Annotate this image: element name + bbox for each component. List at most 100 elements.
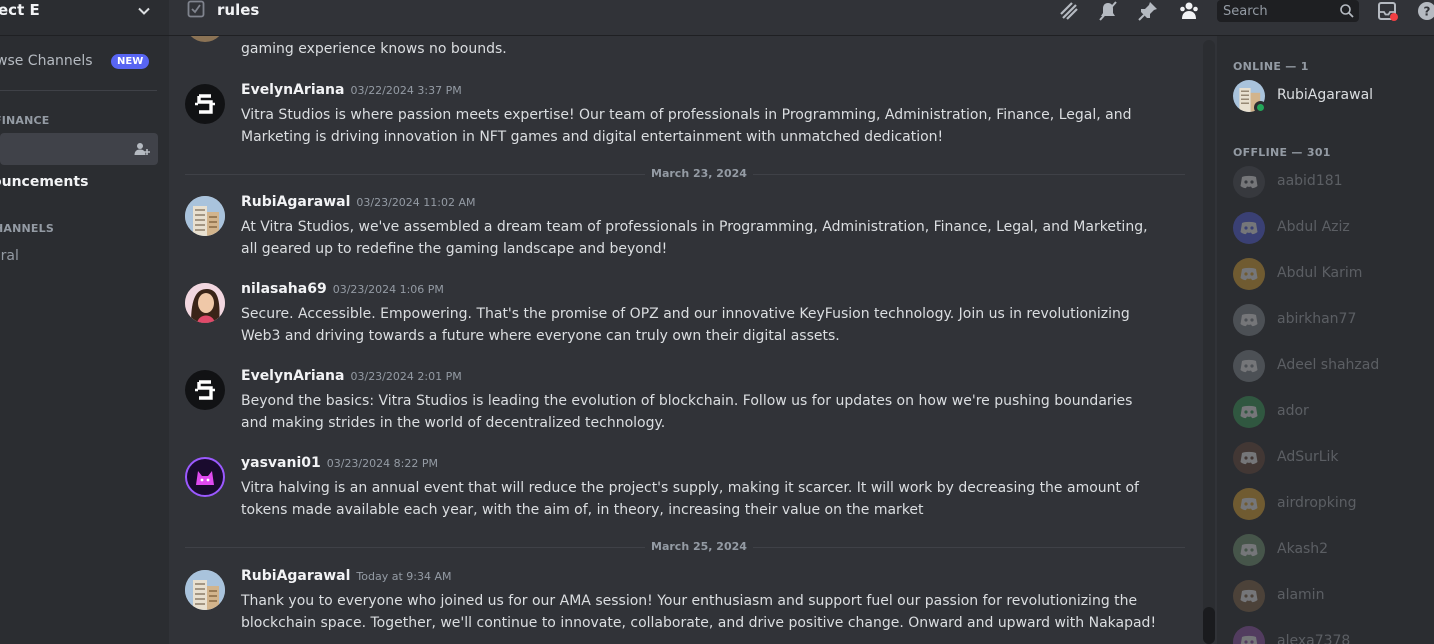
message-list: gaming experience knows no bounds. Evely…	[169, 36, 1201, 644]
discord-logo-icon	[1240, 543, 1258, 557]
message-text: Vitra Studios is where passion meets exp…	[241, 107, 1132, 145]
discord-logo-icon	[1240, 313, 1258, 327]
member-name: Abdul Aziz	[1277, 219, 1350, 235]
member-item[interactable]: AdSurLik	[1233, 442, 1433, 478]
avatar[interactable]	[185, 36, 225, 42]
member-item[interactable]: Abdul Karim	[1233, 258, 1433, 294]
message-text: Thank you to everyone who joined us for …	[241, 593, 1157, 631]
message-text-partial: gaming experience knows no bounds.	[241, 41, 507, 57]
discord-logo-icon	[1240, 175, 1258, 189]
inbox-icon[interactable]	[1377, 0, 1399, 22]
discord-logo-icon	[1240, 635, 1258, 644]
discord-logo-icon	[1240, 451, 1258, 465]
search-box[interactable]	[1217, 0, 1359, 22]
message-author[interactable]: EvelynAriana 03/22/2024 3:37 PM	[241, 82, 462, 98]
sidebar-item-general[interactable]: eral	[0, 248, 19, 264]
building-avatar-icon	[185, 196, 225, 236]
online-header: ONLINE — 1	[1233, 60, 1309, 73]
member-item[interactable]: ador	[1233, 396, 1433, 432]
search-input[interactable]	[1217, 0, 1335, 22]
member-item[interactable]: Abdul Aziz	[1233, 212, 1433, 248]
member-name: airdropking	[1277, 495, 1357, 511]
member-name: Abdul Karim	[1277, 265, 1363, 281]
member-item[interactable]: abirkhan77	[1233, 304, 1433, 340]
member-item[interactable]: RubiAgarawal	[1233, 80, 1433, 116]
member-item[interactable]: Adeel shahzad	[1233, 350, 1433, 386]
server-name: ect E	[0, 1, 40, 19]
message-author[interactable]: RubiAgarawal Today at 9:34 AM	[241, 568, 451, 584]
message-timestamp: 03/23/2024 11:02 AM	[356, 196, 476, 209]
date-divider: March 23, 2024	[185, 167, 1185, 180]
avatar[interactable]	[185, 196, 225, 236]
avatar[interactable]	[185, 570, 225, 610]
message-author[interactable]: nilasaha69 03/23/2024 1:06 PM	[241, 281, 444, 297]
new-badge: NEW	[111, 54, 150, 69]
message-text: Vitra halving is an annual event that wi…	[241, 480, 1139, 518]
avatar	[1233, 488, 1265, 520]
member-name: RubiAgarawal	[1277, 87, 1374, 103]
avatar[interactable]	[185, 283, 225, 323]
offline-header: OFFLINE — 301	[1233, 146, 1331, 159]
channel-title: rules	[217, 1, 260, 19]
member-item[interactable]: airdropking	[1233, 488, 1433, 524]
discord-logo-icon	[1240, 221, 1258, 235]
date-divider-label: March 23, 2024	[645, 167, 753, 180]
message-timestamp: 03/23/2024 1:06 PM	[332, 283, 444, 296]
avatar	[1233, 258, 1265, 290]
message-text: Secure. Accessible. Empowering. That's t…	[241, 306, 1130, 344]
member-item[interactable]: alexa7378	[1233, 626, 1433, 644]
members-icon[interactable]	[1178, 0, 1200, 22]
avatar[interactable]	[185, 84, 225, 124]
avatar	[1233, 396, 1265, 428]
message-text: At Vitra Studios, we've assembled a drea…	[241, 219, 1148, 257]
member-name: abirkhan77	[1277, 311, 1357, 327]
browse-channels[interactable]: wse Channels	[0, 53, 93, 69]
search-icon	[1340, 4, 1354, 18]
member-list: ONLINE — 1 RubiAgarawal OFFLINE — 301 aa…	[1217, 36, 1434, 644]
member-item[interactable]: Akash2	[1233, 534, 1433, 570]
avatar	[1233, 212, 1265, 244]
discord-logo-icon	[1240, 497, 1258, 511]
help-icon[interactable]: ?	[1416, 0, 1434, 22]
message-author[interactable]: EvelynAriana 03/23/2024 2:01 PM	[241, 368, 462, 384]
discord-logo-icon	[1240, 589, 1258, 603]
member-name: AdSurLik	[1277, 449, 1339, 465]
message-author[interactable]: RubiAgarawal 03/23/2024 11:02 AM	[241, 194, 476, 210]
add-member-icon[interactable]	[133, 140, 151, 158]
sidebar-item-announcements[interactable]: ouncements	[0, 174, 88, 190]
mute-icon[interactable]	[1097, 0, 1119, 22]
member-name: alexa7378	[1277, 633, 1351, 644]
person-avatar-icon	[185, 283, 225, 323]
category-finance[interactable]: FINANCE	[0, 114, 50, 127]
online-status-icon	[1254, 101, 1267, 114]
pin-icon[interactable]	[1137, 0, 1159, 22]
server-header[interactable]: ect E	[0, 0, 169, 36]
discord-logo-icon	[1240, 267, 1258, 281]
message-timestamp: 03/23/2024 8:22 PM	[326, 457, 438, 470]
avatar[interactable]	[185, 457, 225, 497]
message-scrollbar-thumb[interactable]	[1203, 607, 1215, 644]
category-channels[interactable]: HANNELS	[0, 222, 54, 235]
member-name: Adeel shahzad	[1277, 357, 1380, 373]
message-text: Beyond the basics: Vitra Studios is lead…	[241, 393, 1133, 431]
message-timestamp: Today at 9:34 AM	[356, 570, 452, 583]
message-timestamp: 03/22/2024 3:37 PM	[350, 84, 462, 97]
date-divider-label: March 25, 2024	[645, 540, 753, 553]
threads-icon[interactable]	[1058, 0, 1080, 22]
message-scrollbar[interactable]	[1203, 40, 1215, 644]
building-avatar-icon	[185, 570, 225, 610]
evelyn-avatar-icon	[195, 380, 215, 400]
sidebar-divider	[0, 90, 157, 91]
avatar[interactable]	[185, 370, 225, 410]
avatar	[1233, 534, 1265, 566]
message-author[interactable]: yasvani01 03/23/2024 8:22 PM	[241, 455, 438, 471]
chevron-down-icon	[138, 7, 150, 15]
evelyn-avatar-icon	[195, 94, 215, 114]
member-item[interactable]: alamin	[1233, 580, 1433, 616]
avatar	[1233, 166, 1265, 198]
discord-logo-icon	[1240, 359, 1258, 373]
svg-text:?: ?	[1424, 5, 1431, 19]
member-item[interactable]: aabid181	[1233, 166, 1433, 202]
member-name: ador	[1277, 403, 1309, 419]
channel-sidebar: ect E wse Channels NEW FINANCE s ounceme…	[0, 0, 169, 644]
